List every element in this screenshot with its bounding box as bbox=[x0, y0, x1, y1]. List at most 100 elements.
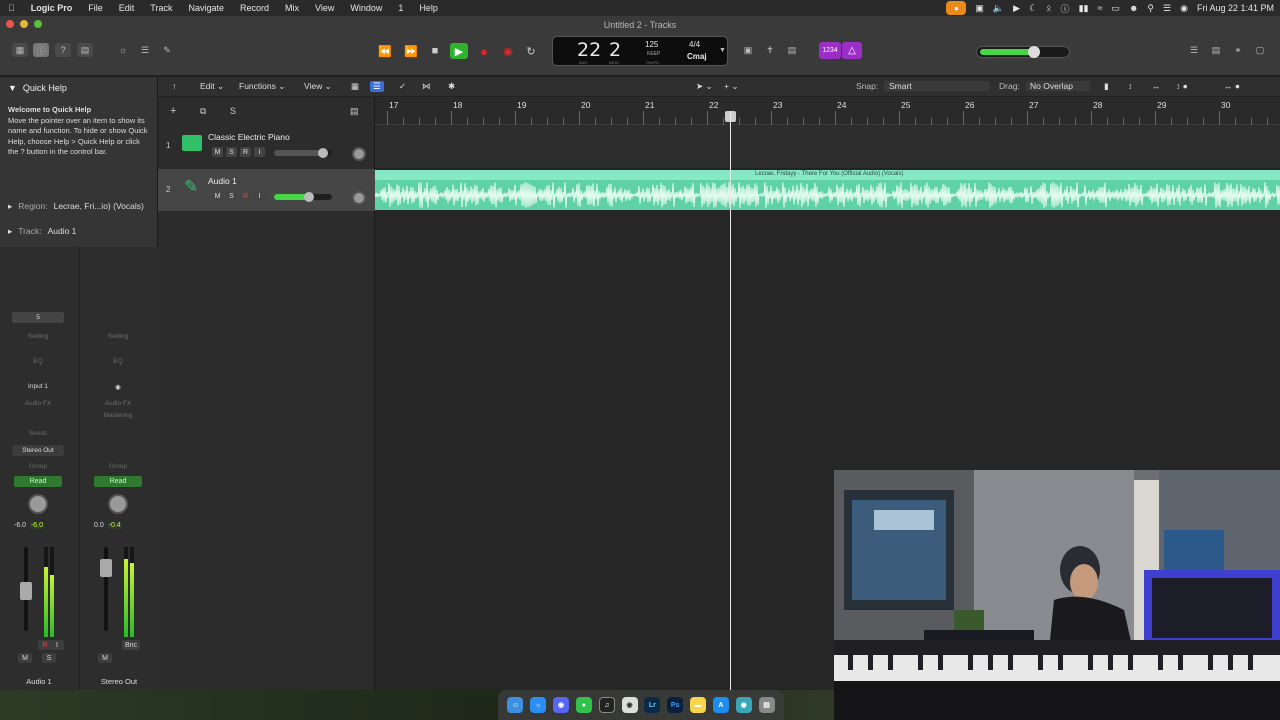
notepad-icon[interactable]: ▤ bbox=[1208, 43, 1224, 57]
menu-1[interactable]: 1 bbox=[390, 3, 411, 13]
library-icon[interactable]: ▦ bbox=[12, 43, 28, 57]
bar-number[interactable]: 28 bbox=[1093, 100, 1102, 110]
eq-slot[interactable]: EQ bbox=[92, 356, 144, 367]
audio-fx-slot[interactable]: Audio FX bbox=[92, 398, 144, 409]
bluetooth-icon[interactable]: ᛟ bbox=[1046, 3, 1051, 13]
bar-number[interactable]: 27 bbox=[1029, 100, 1038, 110]
trash-icon[interactable]: ▤ bbox=[758, 697, 775, 713]
functions-menu[interactable]: Functions ⌄ bbox=[239, 81, 285, 92]
track-volume-knob[interactable] bbox=[304, 192, 314, 202]
chevron-right-icon[interactable]: ▸ bbox=[8, 201, 12, 212]
apple-icon[interactable]:  bbox=[0, 3, 23, 13]
play-status-icon[interactable]: ▶ bbox=[1013, 3, 1020, 14]
sends-slot[interactable]: Sends bbox=[12, 428, 64, 439]
quick-help-icon[interactable]: ? bbox=[55, 43, 71, 57]
input-monitor-button[interactable]: I bbox=[254, 147, 265, 157]
safari-icon[interactable]: ☼ bbox=[530, 697, 547, 713]
snap-select[interactable]: Smart bbox=[884, 81, 990, 91]
horizontal-zoom-icon[interactable]: ↔ bbox=[1152, 81, 1161, 91]
menu-track[interactable]: Track bbox=[142, 3, 180, 13]
bar-number[interactable]: 18 bbox=[453, 100, 462, 110]
quick-help-header[interactable]: ▼ Quick Help bbox=[0, 80, 158, 96]
edit-menu[interactable]: Edit ⌄ bbox=[200, 81, 224, 92]
info-icon[interactable]: ⓘ bbox=[1061, 2, 1070, 15]
menu-record[interactable]: Record bbox=[232, 3, 277, 13]
waveform-zoom-icon[interactable]: ▮ bbox=[1104, 81, 1109, 92]
link-icon[interactable]: ◉ bbox=[92, 381, 144, 392]
master-volume-slider[interactable] bbox=[976, 46, 1070, 58]
browsers-icon[interactable]: ▢ bbox=[1252, 43, 1268, 57]
track-pan-knob[interactable] bbox=[352, 147, 366, 161]
moon-icon[interactable]: ☾ bbox=[1029, 3, 1037, 14]
track-name[interactable]: Audio 1 bbox=[208, 176, 237, 186]
grid-view-icon[interactable]: ▦ bbox=[351, 81, 359, 92]
pan-knob[interactable] bbox=[28, 494, 48, 514]
bar-number[interactable]: 24 bbox=[837, 100, 846, 110]
low-latency-icon[interactable]: ▣ bbox=[740, 43, 756, 57]
track-volume-slider[interactable] bbox=[274, 192, 332, 202]
pan-knob[interactable] bbox=[108, 494, 128, 514]
logic-pro-icon[interactable]: ♫ bbox=[598, 697, 615, 713]
photoshop-icon[interactable]: Ps bbox=[667, 697, 684, 713]
bar-number[interactable]: 20 bbox=[581, 100, 590, 110]
output-slot[interactable]: Stereo Out bbox=[12, 445, 64, 456]
global-tracks-icon[interactable]: ▤ bbox=[350, 106, 359, 117]
solo-button[interactable]: S bbox=[42, 653, 56, 663]
menu-view[interactable]: View bbox=[307, 3, 342, 13]
microphone-icon[interactable]: ● bbox=[946, 1, 967, 15]
capture-recording-button[interactable]: ◉ bbox=[499, 43, 517, 59]
inspector-icon[interactable]: ⓘ bbox=[33, 43, 49, 57]
input-monitor-button[interactable]: I bbox=[254, 191, 265, 201]
menu-mix[interactable]: Mix bbox=[277, 3, 307, 13]
lcd-display[interactable]: 22 2 BAR BEAT 125 KEEP TEMPO 4/4 Cmaj ▼ bbox=[552, 36, 728, 66]
tuner-icon[interactable]: ✝ bbox=[762, 43, 778, 57]
cycle-icon[interactable]: ↻ bbox=[522, 43, 540, 59]
lightroom-icon[interactable]: Lr bbox=[644, 697, 661, 713]
volume-fader-cap[interactable] bbox=[100, 559, 112, 577]
menubar-clock[interactable]: Fri Aug 22 1:41 PM bbox=[1197, 3, 1274, 13]
mute-button[interactable]: M bbox=[18, 653, 32, 663]
list-view-icon[interactable]: ☰ bbox=[370, 81, 384, 92]
solo-button[interactable]: S bbox=[226, 191, 237, 201]
chrome-icon[interactable]: ◉ bbox=[621, 697, 638, 713]
chevron-right-icon[interactable]: ▸ bbox=[8, 226, 12, 237]
track-volume-knob[interactable] bbox=[318, 148, 328, 158]
chevron-down-icon[interactable]: ▼ bbox=[8, 83, 17, 93]
play-button[interactable]: ▶ bbox=[450, 43, 468, 59]
strip-top-value[interactable]: 5 bbox=[12, 312, 64, 323]
track-pan-knob[interactable] bbox=[352, 191, 366, 205]
record-button[interactable]: ● bbox=[475, 43, 493, 59]
audio-region[interactable]: Lecrae, Fridayy - There For You (Officia… bbox=[375, 170, 1280, 210]
discord-icon[interactable]: ◉ bbox=[553, 697, 570, 713]
toolbar-icon[interactable]: ▤ bbox=[77, 43, 93, 57]
menu-file[interactable]: File bbox=[80, 3, 111, 13]
bar-ruler[interactable]: 17 18 19 20 21 22 23 24 25 26 27 28 29 30 bbox=[375, 97, 1280, 125]
global-solo-button[interactable]: S bbox=[230, 106, 236, 116]
menu-navigate[interactable]: Navigate bbox=[180, 3, 232, 13]
menu-help[interactable]: Help bbox=[411, 3, 446, 13]
bar-number[interactable]: 22 bbox=[709, 100, 718, 110]
user-icon[interactable]: ☻ bbox=[1129, 3, 1138, 13]
battery-icon[interactable]: ▮▮ bbox=[1079, 3, 1089, 14]
audio-fx-slot[interactable]: Audio FX bbox=[12, 398, 64, 409]
drag-select[interactable]: No Overlap bbox=[1026, 81, 1090, 91]
record-enable-button[interactable]: R bbox=[240, 147, 251, 157]
mute-button[interactable]: M bbox=[212, 147, 223, 157]
menu-window[interactable]: Window bbox=[342, 3, 390, 13]
messages-icon[interactable]: ● bbox=[575, 697, 592, 713]
volume-fader-cap[interactable] bbox=[20, 582, 32, 600]
bar-number[interactable]: 26 bbox=[965, 100, 974, 110]
setting-slot[interactable]: Setting bbox=[92, 331, 144, 342]
track-lane-1[interactable] bbox=[375, 125, 1280, 169]
finder-icon[interactable]: ☺ bbox=[507, 697, 524, 713]
stop-button[interactable]: ■ bbox=[426, 43, 444, 59]
mute-button[interactable]: M bbox=[212, 191, 223, 201]
display-icon[interactable]: ▭ bbox=[1111, 3, 1120, 14]
loop-browser-icon[interactable]: ⚭ bbox=[1230, 43, 1246, 57]
master-volume-knob[interactable] bbox=[1028, 46, 1040, 58]
back-icon[interactable]: ↑ bbox=[172, 81, 176, 91]
mute-button[interactable]: M bbox=[98, 653, 112, 663]
mastering-slot[interactable]: Mastering bbox=[92, 410, 144, 421]
bar-number[interactable]: 29 bbox=[1157, 100, 1166, 110]
smart-controls-icon[interactable]: ☼ bbox=[115, 43, 131, 57]
